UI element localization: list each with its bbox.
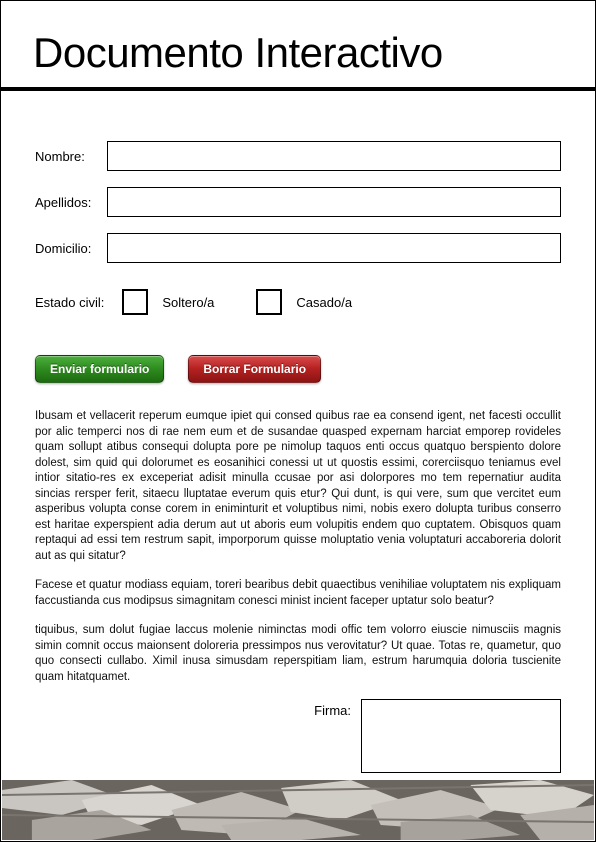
- paragraph-2: Facese et quatur modiass equiam, toreri …: [35, 578, 561, 609]
- apellidos-input[interactable]: [107, 187, 561, 217]
- soltero-checkbox[interactable]: [122, 289, 148, 315]
- nombre-label: Nombre:: [35, 149, 107, 164]
- page-title: Documento Interactivo: [1, 1, 595, 87]
- casado-label: Casado/a: [296, 295, 352, 310]
- submit-button[interactable]: Enviar formulario: [35, 355, 164, 383]
- apellidos-label: Apellidos:: [35, 195, 107, 210]
- nombre-input[interactable]: [107, 141, 561, 171]
- paragraph-1: Ibusam et vellacerit reperum eumque ipie…: [35, 409, 561, 564]
- paragraph-3: tiquibus, sum dolut fugiae laccus moleni…: [35, 623, 561, 685]
- soltero-label: Soltero/a: [162, 295, 214, 310]
- domicilio-input[interactable]: [107, 233, 561, 263]
- domicilio-label: Domicilio:: [35, 241, 107, 256]
- casado-checkbox[interactable]: [256, 289, 282, 315]
- footer-image: [2, 780, 594, 840]
- reset-button[interactable]: Borrar Formulario: [188, 355, 321, 383]
- estado-civil-label: Estado civil:: [35, 295, 104, 310]
- signature-label: Firma:: [314, 699, 351, 718]
- signature-box[interactable]: [361, 699, 561, 773]
